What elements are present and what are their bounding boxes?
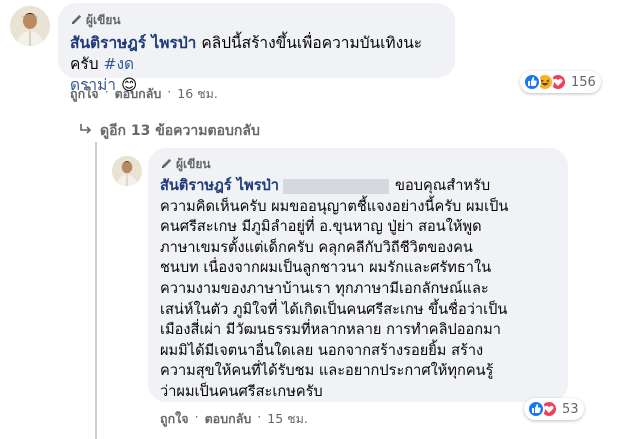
author-name[interactable]: สันติราษฎร์ ไพรป่า [70, 34, 196, 52]
reply-link[interactable]: ตอบกลับ [115, 84, 162, 104]
avatar-comment2[interactable] [112, 156, 142, 186]
comment2-reactions[interactable]: 53 [524, 398, 584, 420]
view-more-label[interactable]: ดูอีก 13 ข้อความตอบกลับ [100, 120, 260, 142]
separator-dot: · [167, 84, 172, 99]
comment-line: คนศรีสะเกษ มีภูมิลำอยู่ที่ อ.ขุนหาญ ปู่ย… [160, 218, 482, 236]
reaction-count: 53 [562, 401, 579, 417]
comment1-reactions[interactable]: 156 [520, 71, 601, 93]
separator-dot: · [104, 84, 109, 99]
reply-arrow-icon [78, 122, 92, 140]
redacted-mention [283, 178, 389, 194]
comment-line: ความสุขให้คนที่ได้รับชม และอยากประกาศให้… [160, 362, 494, 380]
comment-line: ภาษาเขมรตั้งแต่เด็กครับ คลุกคลีกับวิถีชี… [160, 238, 473, 256]
comment-line: ชนบท เนื่องจากผมเป็นลูกชาวนา ผมรักและศรั… [160, 259, 492, 277]
comment-line: ว่าผมเป็นคนศรีสะเกษครับ [160, 382, 323, 400]
pencil-icon [70, 13, 83, 29]
separator-dot: · [194, 409, 199, 424]
comment1-bubble: ผู้เขียน สันติราษฎร์ ไพรป่า คลิปนี้สร้าง… [58, 3, 455, 94]
comment-line: ผมมิได้มีเจตนาอื่นใดเลย นอกจากสร้างรอยยิ… [160, 341, 484, 359]
comment-line: เมืองสี่เผ่า มีวัฒนธรรมที่หลากหลาย การทำ… [160, 321, 501, 339]
comment2-actions: ถูกใจ · ตอบกลับ · 15 ชม. [160, 409, 308, 429]
like-icon [527, 400, 545, 418]
comment2-bubble: ผู้เขียน สันติราษฎร์ ไพรป่า ขอบคุณสำหรับ … [148, 148, 568, 402]
reply-link[interactable]: ตอบกลับ [205, 409, 252, 429]
like-icon [523, 73, 541, 91]
pencil-icon [160, 157, 173, 173]
timestamp[interactable]: 16 ชม. [177, 84, 218, 104]
comment-line: ขอบคุณสำหรับ [395, 177, 491, 194]
author-badge-label: ผู้เขียน [176, 157, 211, 171]
hashtag-link[interactable]: #งด [103, 55, 134, 73]
like-link[interactable]: ถูกใจ [160, 409, 189, 429]
author-badge: ผู้เขียน [70, 11, 443, 30]
comment-line: เสน่ห์ในตัว ภูมิใจที่ ได้เกิดเป็นคนศรีสะ… [160, 300, 508, 318]
timestamp[interactable]: 15 ชม. [267, 409, 308, 429]
thread-line [95, 142, 97, 439]
comment-line: ความงามของภาษาบ้านเรา ทุกภาษามีเอกลักษณ์… [160, 279, 489, 297]
like-link[interactable]: ถูกใจ [70, 84, 99, 104]
comment-line: ความคิดเห็นครับ ผมขออนุญาตชี้แจงอย่างนี้… [160, 197, 509, 215]
author-badge: ผู้เขียน [160, 155, 556, 174]
separator-dot: · [257, 409, 262, 424]
reaction-count: 156 [571, 74, 596, 90]
author-badge-label: ผู้เขียน [86, 13, 121, 27]
comment1-actions: ถูกใจ · ตอบกลับ · 16 ชม. [70, 84, 218, 104]
view-more-replies[interactable]: ดูอีก 13 ข้อความตอบกลับ [78, 120, 260, 142]
author-name[interactable]: สันติราษฎร์ ไพรป่า [160, 177, 279, 194]
avatar-comment1[interactable] [10, 6, 50, 46]
